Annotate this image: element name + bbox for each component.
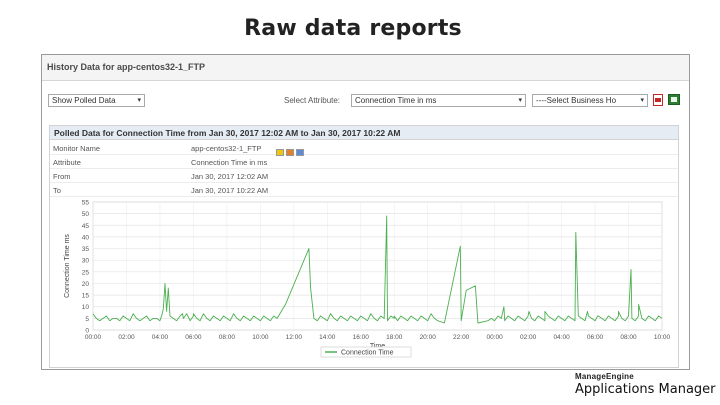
x-tick-label: 10:00 (252, 334, 269, 341)
y-tick-label: 35 (82, 246, 90, 253)
chevron-down-icon: ▾ (137, 97, 141, 104)
y-tick-label: 55 (82, 200, 90, 207)
window-title: History Data for app-centos32-1_FTP (47, 62, 206, 72)
logo-brand: ManageEngine (575, 372, 634, 381)
y-tick-label: 45 (82, 223, 90, 230)
show-data-select[interactable]: Show Polled Data ▾ (48, 94, 145, 107)
polled-data-panel: Polled Data for Connection Time from Jan… (49, 125, 679, 368)
logo-product: Applications Manager (575, 382, 716, 397)
y-tick-label: 30 (82, 258, 90, 265)
x-tick-label: 08:00 (219, 334, 236, 341)
x-tick-label: 16:00 (353, 334, 370, 341)
connection-time-chart: 051015202530354045505500:00 02:00 04:00 06:… (64, 200, 671, 358)
attribute-select[interactable]: Connection Time in ms ▾ (351, 94, 526, 107)
x-tick-label: 08:00 (620, 334, 637, 341)
business-hours-select[interactable]: ----Select Business Ho ▾ (532, 94, 648, 107)
show-data-select-value: Show Polled Data (52, 96, 116, 105)
x-tick-label: 00:00 (487, 334, 504, 341)
x-tick-label: 02:00 (520, 334, 537, 341)
history-data-window: History Data for app-centos32-1_FTP Show… (41, 54, 690, 370)
manageengine-logo: ManageEngine Applications Manager (575, 372, 716, 397)
y-tick-label: 50 (82, 211, 90, 218)
x-tick-label: 06:00 (587, 334, 604, 341)
x-tick-label: 04:00 (152, 334, 169, 341)
y-tick-label: 20 (82, 281, 90, 288)
y-tick-label: 5 (85, 316, 89, 323)
chevron-down-icon: ▾ (518, 97, 522, 104)
x-tick-label: 10:00 (654, 334, 671, 341)
x-tick-label: 04:00 (553, 334, 570, 341)
x-tick-label: 00:00 (85, 334, 102, 341)
pdf-icon[interactable] (653, 94, 663, 106)
slide-title: Raw data reports (244, 16, 462, 41)
x-tick-label: 22:00 (453, 334, 470, 341)
x-tick-label: 14:00 (319, 334, 336, 341)
x-tick-label: 20:00 (420, 334, 437, 341)
x-tick-label: 02:00 (118, 334, 135, 341)
excel-icon[interactable] (668, 94, 680, 105)
y-tick-label: 10 (82, 304, 90, 311)
window-header: History Data for app-centos32-1_FTP (42, 55, 689, 81)
y-tick-label: 40 (82, 234, 90, 241)
x-tick-label: 12:00 (286, 334, 303, 341)
attribute-label: Select Attribute: (284, 96, 341, 105)
y-axis-label: Connection Time ms (64, 234, 71, 298)
business-hours-select-value: ----Select Business Ho (536, 96, 617, 105)
y-tick-label: 25 (82, 269, 90, 276)
legend-label: Connection Time (341, 350, 394, 357)
x-tick-label: 06:00 (185, 334, 202, 341)
chevron-down-icon: ▾ (640, 97, 644, 104)
x-tick-label: 18:00 (386, 334, 403, 341)
y-tick-label: 15 (82, 293, 90, 300)
attribute-select-value: Connection Time in ms (355, 96, 437, 105)
